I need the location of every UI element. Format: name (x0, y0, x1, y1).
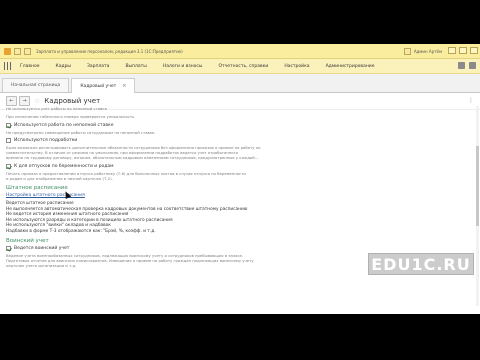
hint-unique-number: При назначении табельного номера проверя… (6, 114, 135, 119)
checkbox-label: Ведется воинский учет (14, 246, 70, 251)
staff-line: Надбавки в форме Т-3 отображаются как: "… (6, 228, 156, 234)
menu-item-payments[interactable]: Выплаты (117, 64, 154, 69)
title-bar: Зарплата и управление персоналом, редакц… (0, 44, 480, 59)
minimize-icon[interactable] (448, 47, 456, 54)
settings-icon[interactable] (469, 62, 476, 69)
window-title: Зарплата и управление персоналом, редакц… (36, 48, 183, 54)
menu-item-settings[interactable]: Настройка (276, 64, 317, 69)
tabs-bar: Начальная страница Кадровый учет × (0, 74, 480, 93)
hint-line: времени по трудовому договору, взносам, … (6, 155, 259, 160)
section-military: Воинский учет (6, 238, 49, 244)
menu-item-hr[interactable]: Кадры (48, 64, 79, 69)
top-line: Не используется учёт работы по неполной … (6, 106, 107, 111)
checkbox-subdiv[interactable] (6, 138, 11, 143)
tab-hr-accounting[interactable]: Кадровый учет × (71, 78, 136, 93)
form-content: Не используется учёт работы по неполной … (6, 106, 474, 268)
sections-menu: Главное Кадры Зарплата Выплаты Налоги и … (0, 59, 480, 74)
menu-item-reports[interactable]: Отчетность, справки (210, 64, 276, 69)
tab-label: Кадровый учет (80, 83, 117, 89)
grid-icon[interactable] (4, 62, 12, 70)
scroll-thumb[interactable] (476, 146, 479, 226)
user-name[interactable]: Админ Артём (414, 49, 442, 54)
tab-home[interactable]: Начальная страница (2, 78, 70, 92)
checkbox-label: К для отпусков по беременности и родам (14, 164, 114, 169)
window-controls (448, 47, 478, 54)
page-title: Кадровый учет (44, 97, 101, 105)
menu-item-admin[interactable]: Администрирование (318, 64, 383, 69)
close-icon[interactable] (470, 47, 478, 54)
staff-settings-link[interactable]: Настройка штатного расписания (6, 193, 474, 198)
menu-item-taxes[interactable]: Налоги и взносы (155, 64, 211, 69)
letterbox-bottom (0, 314, 480, 360)
tab-label: Начальная страница (11, 83, 61, 88)
app-logo-icon (4, 47, 11, 55)
menu-item-salary[interactable]: Зарплата (79, 64, 117, 69)
section-staff-schedule: Штатное расписание (6, 185, 68, 191)
checkbox-label: Используются подработки (14, 138, 78, 143)
star-icon[interactable]: ☆ (34, 97, 40, 105)
checkbox-military[interactable] (6, 246, 11, 251)
menu-icon[interactable] (14, 47, 21, 55)
menu-right-icons (458, 62, 476, 69)
letterbox-top (0, 0, 480, 44)
close-tab-icon[interactable]: × (122, 83, 126, 89)
bell-icon[interactable] (403, 47, 411, 55)
hint-part-time: Не предусмотрено совмещение работы сотру… (6, 130, 156, 135)
more-icon[interactable]: ⋮ (468, 97, 474, 104)
menu-item-main[interactable]: Главное (12, 64, 48, 69)
vertical-scrollbar[interactable] (476, 106, 479, 306)
history-icon[interactable] (24, 47, 31, 55)
checkbox-part-time[interactable] (6, 123, 11, 128)
forward-button[interactable]: → (19, 96, 30, 106)
checkbox-maternity[interactable] (6, 164, 11, 169)
search-icon[interactable] (458, 62, 465, 69)
checkbox-row-maternity[interactable]: К для отпусков по беременности и родам (6, 164, 474, 169)
back-button[interactable]: ← (6, 96, 17, 106)
checkbox-row-subdiv[interactable]: Используются подработки (6, 138, 474, 143)
edu1c-watermark-logo: EDU1C.RU (368, 253, 474, 275)
checkbox-row-military[interactable]: Ведется воинский учет (6, 246, 474, 251)
staff-settings-list: Ведется штатное расписание Не выполняетс… (6, 201, 474, 234)
hint-subdiv: Было возможно регистрировать дополнитель… (6, 145, 474, 160)
hint-line: и родам и для отображения в личной карто… (6, 176, 113, 181)
maximize-icon[interactable] (459, 47, 467, 54)
checkbox-row-part-time[interactable]: Используется работа по неполной ставке (6, 123, 474, 128)
hint-maternity: Печать приказа о предоставлении отпуска … (6, 171, 474, 181)
checkbox-label: Используется работа по неполной ставке (14, 123, 114, 128)
